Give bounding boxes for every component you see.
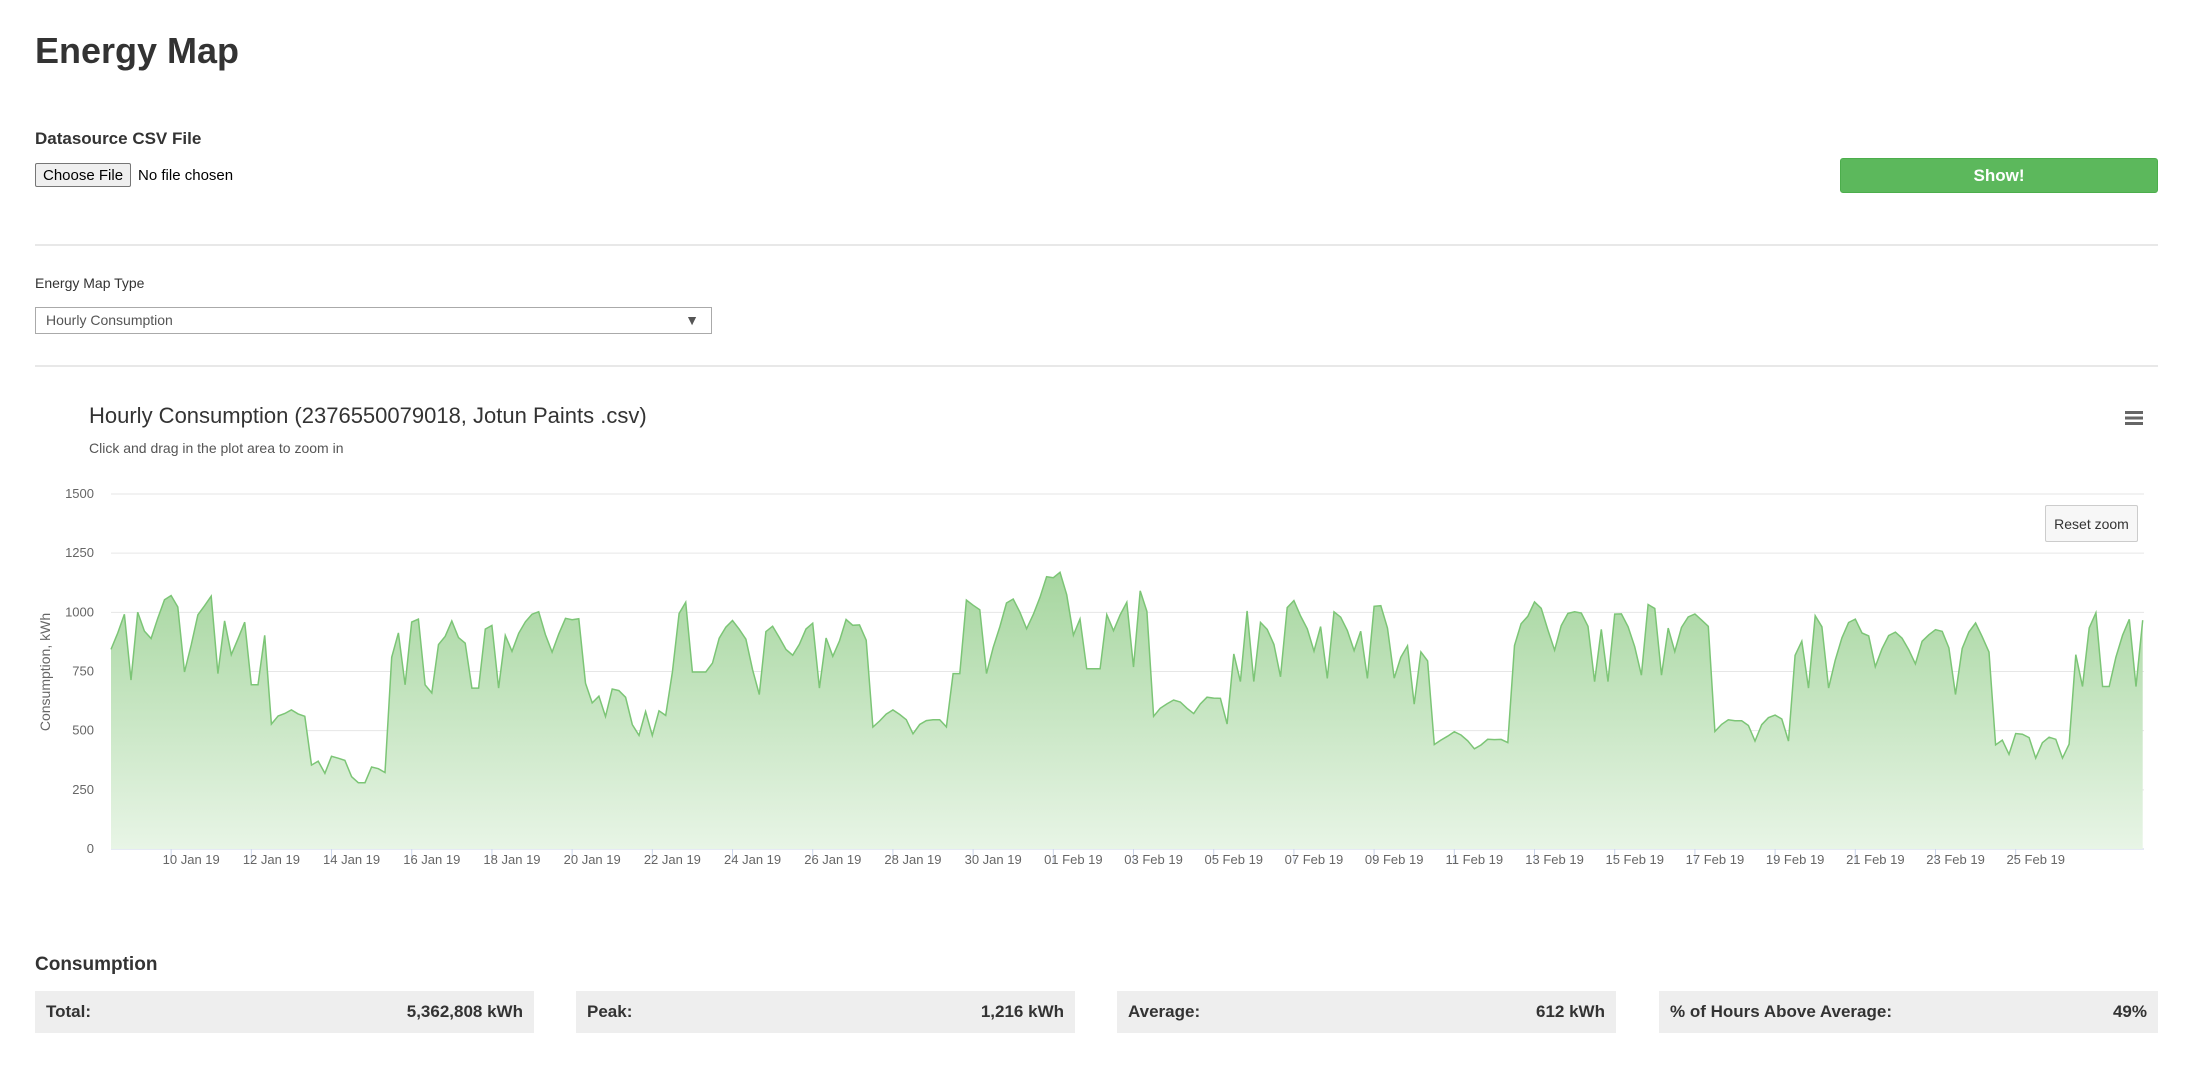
- x-tick-label: 09 Feb 19: [1365, 852, 1424, 867]
- y-axis-label: Consumption, kWh: [37, 613, 53, 731]
- y-tick-label: 1250: [65, 545, 94, 560]
- stat-value: 5,362,808 kWh: [406, 1002, 523, 1021]
- stat-label: Total:: [46, 1002, 92, 1021]
- x-tick-label: 10 Jan 19: [163, 852, 220, 867]
- x-tick-label: 17 Feb 19: [1686, 852, 1745, 867]
- x-tick-label: 24 Jan 19: [724, 852, 781, 867]
- x-tick-label: 12 Jan 19: [243, 852, 300, 867]
- stat-box: Average: 612 kWh: [1117, 991, 1616, 1033]
- stat-value: 49%: [2112, 1002, 2147, 1021]
- consumption-area: [111, 572, 2143, 849]
- x-tick-label: 22 Jan 19: [644, 852, 701, 867]
- x-tick-label: 14 Jan 19: [323, 852, 380, 867]
- x-tick-label: 26 Jan 19: [804, 852, 861, 867]
- stat-value: 612 kWh: [1536, 1002, 1605, 1021]
- y-tick-label: 1000: [65, 604, 94, 619]
- y-tick-label: 500: [72, 723, 94, 738]
- stat-box: Total: 5,362,808 kWh: [35, 991, 534, 1033]
- x-tick-label: 18 Jan 19: [483, 852, 540, 867]
- stat-box: Peak: 1,216 kWh: [576, 991, 1075, 1033]
- x-tick-label: 01 Feb 19: [1044, 852, 1103, 867]
- x-tick-label: 23 Feb 19: [1926, 852, 1985, 867]
- x-tick-label: 11 Feb 19: [1446, 852, 1504, 867]
- x-tick-label: 05 Feb 19: [1204, 852, 1263, 867]
- x-tick-label: 25 Feb 19: [2006, 852, 2065, 867]
- stat-label: Average:: [1128, 1002, 1201, 1021]
- consumption-title: Consumption: [35, 954, 158, 975]
- x-tick-label: 21 Feb 19: [1846, 852, 1905, 867]
- stat-box: % of Hours Above Average: 49%: [1659, 991, 2158, 1033]
- x-tick-label: 28 Jan 19: [884, 852, 941, 867]
- y-tick-label: 0: [87, 841, 94, 856]
- x-tick-label: 15 Feb 19: [1605, 852, 1664, 867]
- x-tick-label: 16 Jan 19: [403, 852, 460, 867]
- x-tick-label: 07 Feb 19: [1285, 852, 1344, 867]
- x-tick-label: 30 Jan 19: [965, 852, 1022, 867]
- x-tick-label: 19 Feb 19: [1766, 852, 1825, 867]
- reset-zoom-button[interactable]: Reset zoom: [2045, 505, 2138, 542]
- y-tick-label: 250: [72, 782, 94, 797]
- x-tick-label: 20 Jan 19: [564, 852, 621, 867]
- x-tick-label: 03 Feb 19: [1124, 852, 1183, 867]
- stat-label: % of Hours Above Average:: [1670, 1002, 1892, 1021]
- stat-value: 1,216 kWh: [980, 1002, 1064, 1021]
- x-tick-label: 13 Feb 19: [1525, 852, 1584, 867]
- consumption-chart[interactable]: 0 250 500 750 1000 1250 1500 10 Jan 19 12 Jan 1…: [0, 0, 2186, 900]
- y-tick-label: 1500: [65, 486, 94, 501]
- y-tick-label: 750: [72, 664, 94, 679]
- stat-label: Peak:: [587, 1002, 633, 1021]
